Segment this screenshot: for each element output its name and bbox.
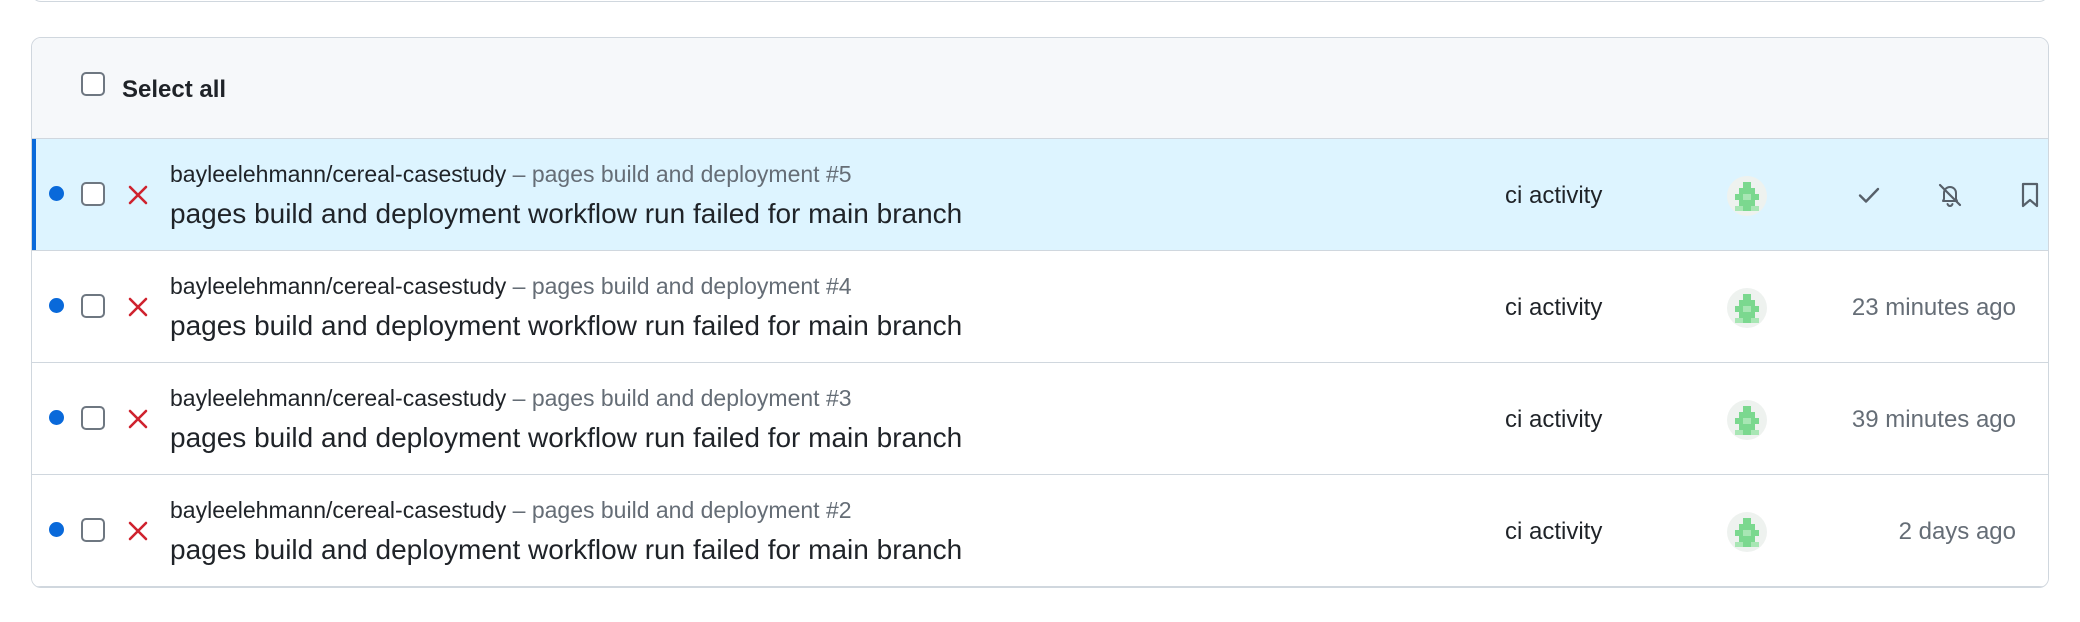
x-icon <box>128 521 148 541</box>
avatar <box>1727 512 1767 552</box>
unread-dot <box>49 410 64 425</box>
repo-name: bayleelehmann/cereal-casestudy <box>170 385 507 411</box>
bell-slash-icon <box>1938 183 1962 208</box>
select-all-label[interactable]: Select all <box>122 75 226 105</box>
save-button[interactable] <box>2010 175 2048 215</box>
notification-row[interactable]: bayleelehmann/cereal-casestudy – pages b… <box>32 363 2048 475</box>
avatar <box>1727 288 1767 328</box>
x-icon <box>128 185 148 205</box>
row-checkbox[interactable] <box>81 182 105 206</box>
unread-dot <box>49 522 64 537</box>
notification-row[interactable]: bayleelehmann/cereal-casestudy – pages b… <box>32 251 2048 363</box>
mark-done-button[interactable] <box>1849 175 1889 215</box>
notification-time: 2 days ago <box>1898 518 2016 545</box>
notification-title[interactable]: pages build and deployment workflow run … <box>170 197 962 231</box>
unread-dot <box>49 186 64 201</box>
workflow-name: – pages build and deployment #3 <box>512 385 852 411</box>
row-checkbox[interactable] <box>81 406 105 430</box>
row-checkbox[interactable] <box>81 294 105 318</box>
notification-reason: ci activity <box>1505 518 1603 545</box>
notification-subject[interactable]: bayleelehmann/cereal-casestudy – pages b… <box>170 495 852 525</box>
notification-row[interactable]: bayleelehmann/cereal-casestudy – pages b… <box>32 139 2048 251</box>
unsubscribe-button[interactable] <box>1930 175 1970 215</box>
avatar <box>1727 176 1767 216</box>
notification-subject[interactable]: bayleelehmann/cereal-casestudy – pages b… <box>170 383 852 413</box>
previous-card-edge <box>31 0 2049 2</box>
avatar <box>1727 400 1767 440</box>
select-all-checkbox[interactable] <box>81 72 105 96</box>
x-icon <box>128 297 148 317</box>
bookmark-icon <box>2021 182 2039 208</box>
notification-time: 23 minutes ago <box>1851 294 2016 321</box>
repo-name: bayleelehmann/cereal-casestudy <box>170 273 507 299</box>
notification-subject[interactable]: bayleelehmann/cereal-casestudy – pages b… <box>170 159 852 189</box>
notification-time: 39 minutes ago <box>1851 406 2016 433</box>
check-icon <box>1858 187 1880 203</box>
workflow-name: – pages build and deployment #2 <box>512 497 852 523</box>
notification-reason: ci activity <box>1505 182 1603 209</box>
notification-title[interactable]: pages build and deployment workflow run … <box>170 533 962 567</box>
notification-reason: ci activity <box>1505 294 1603 321</box>
row-checkbox[interactable] <box>81 518 105 542</box>
list-header: Select all <box>32 38 2048 139</box>
notification-reason: ci activity <box>1505 406 1603 433</box>
notification-title[interactable]: pages build and deployment workflow run … <box>170 309 962 343</box>
unread-dot <box>49 298 64 313</box>
workflow-name: – pages build and deployment #4 <box>512 273 852 299</box>
repo-name: bayleelehmann/cereal-casestudy <box>170 497 507 523</box>
workflow-name: – pages build and deployment #5 <box>512 161 852 187</box>
notification-title[interactable]: pages build and deployment workflow run … <box>170 421 962 455</box>
repo-name: bayleelehmann/cereal-casestudy <box>170 161 507 187</box>
notification-subject[interactable]: bayleelehmann/cereal-casestudy – pages b… <box>170 271 852 301</box>
notifications-list: Select all bayleelehmann/cereal-casestud… <box>31 37 2049 588</box>
x-icon <box>128 409 148 429</box>
notification-row[interactable]: bayleelehmann/cereal-casestudy – pages b… <box>32 475 2048 587</box>
